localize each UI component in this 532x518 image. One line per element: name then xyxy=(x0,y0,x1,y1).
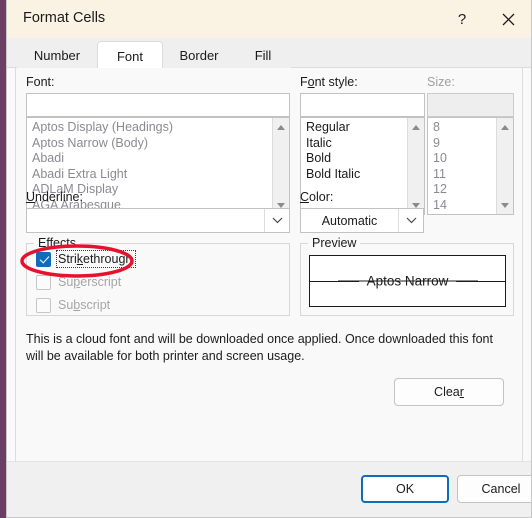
list-item[interactable]: Abadi Extra Light xyxy=(32,167,272,183)
list-item[interactable]: 14 xyxy=(433,198,496,214)
superscript-label-pre: Su xyxy=(58,275,74,289)
tab-strip: Number Font Border Fill xyxy=(7,38,531,71)
scroll-up-arrow-icon[interactable] xyxy=(408,119,424,135)
question-mark-icon: ? xyxy=(457,10,467,28)
strikethrough-label-pre: Stri xyxy=(58,252,77,266)
preview-strikethrough-line xyxy=(337,280,478,282)
preview-group-label: Preview xyxy=(308,236,361,250)
list-item[interactable]: Bold Italic xyxy=(306,167,407,183)
list-item[interactable]: Aptos Display (Headings) xyxy=(32,120,272,136)
scroll-up-arrow-icon[interactable] xyxy=(497,119,513,135)
font-style-label-post: nt style: xyxy=(314,75,358,89)
font-style-input[interactable] xyxy=(300,93,425,117)
underline-label-accel: U xyxy=(26,190,36,204)
color-dropdown[interactable]: Automatic xyxy=(300,208,424,233)
list-item[interactable]: 10 xyxy=(433,151,496,167)
list-item[interactable]: Aptos Narrow (Body) xyxy=(32,136,272,152)
font-label: Font: xyxy=(26,75,55,89)
font-style-list-scrollbar[interactable] xyxy=(407,118,424,214)
tab-fill-label: Fill xyxy=(254,47,272,63)
subscript-label-pre: Su xyxy=(58,298,74,312)
dialog-button-bar: OK Cancel xyxy=(7,461,531,517)
effects-group-label: Effects xyxy=(34,236,80,250)
clear-button-label: Clear xyxy=(434,385,464,399)
font-input[interactable] xyxy=(26,93,290,117)
list-item[interactable]: 9 xyxy=(433,136,496,152)
tab-border[interactable]: Border xyxy=(163,41,235,69)
superscript-label-post: erscript xyxy=(80,275,122,289)
size-input[interactable] xyxy=(427,93,514,117)
font-tab-panel: Font: Aptos Display (Headings) Aptos Nar… xyxy=(15,68,523,462)
help-button[interactable]: ? xyxy=(439,0,485,38)
list-item[interactable]: Regular xyxy=(306,120,407,136)
color-label-post: olor: xyxy=(309,190,334,204)
font-style-label-accel: o xyxy=(307,75,315,89)
strikethrough-label-post: ethrough xyxy=(83,252,133,266)
chevron-down-icon xyxy=(264,209,289,232)
scroll-down-arrow-icon[interactable] xyxy=(497,197,513,213)
subscript-label-post: script xyxy=(80,298,111,312)
underline-label-post: nderline: xyxy=(35,190,83,204)
tab-font-label: Font xyxy=(116,49,143,64)
close-x-icon xyxy=(502,13,515,26)
cancel-button-label: Cancel xyxy=(481,482,521,496)
list-item[interactable]: Abadi xyxy=(32,151,272,167)
font-preview-box: Aptos Narrow xyxy=(309,255,506,307)
superscript-label: Superscript xyxy=(58,275,121,289)
ok-button[interactable]: OK xyxy=(361,475,449,503)
list-item[interactable]: Italic xyxy=(306,136,407,152)
underline-label: Underline: xyxy=(26,190,83,204)
cloud-font-info-text: This is a cloud font and will be downloa… xyxy=(26,332,493,363)
underline-dropdown[interactable] xyxy=(26,208,290,233)
subscript-label: Subscript xyxy=(58,298,110,312)
format-cells-dialog: Format Cells ? Number Font Border Fill F… xyxy=(6,0,532,518)
list-item[interactable]: 12 xyxy=(433,182,496,198)
tab-number-label: Number xyxy=(33,47,81,63)
scroll-up-arrow-icon[interactable] xyxy=(273,119,289,135)
font-style-label-pre: F xyxy=(300,75,308,89)
list-item[interactable]: 8 xyxy=(433,120,496,136)
dialog-title: Format Cells xyxy=(23,10,106,26)
tab-font[interactable]: Font xyxy=(97,41,163,71)
size-list-scrollbar[interactable] xyxy=(496,118,513,214)
clear-button[interactable]: Clear xyxy=(394,378,504,406)
font-list-scrollbar[interactable] xyxy=(272,118,289,214)
color-label: Color: xyxy=(300,190,333,204)
tab-border-label: Border xyxy=(179,47,219,63)
tab-number[interactable]: Number xyxy=(17,41,97,69)
tab-fill[interactable]: Fill xyxy=(235,41,291,69)
clear-label-pre: Clea xyxy=(434,385,460,399)
checkbox-unchecked-icon xyxy=(36,297,51,313)
size-listbox[interactable]: 8 9 10 11 12 14 xyxy=(427,117,514,215)
checkbox-unchecked-icon xyxy=(36,274,51,290)
subscript-checkbox[interactable]: Subscript xyxy=(36,296,110,314)
chevron-down-icon xyxy=(398,209,423,232)
list-item[interactable]: 11 xyxy=(433,167,496,183)
ok-button-label: OK xyxy=(395,482,415,496)
close-button[interactable] xyxy=(485,0,531,38)
superscript-checkbox[interactable]: Superscript xyxy=(36,273,121,291)
color-value: Automatic xyxy=(321,213,378,228)
font-style-label: Font style: xyxy=(300,75,358,89)
strikethrough-label: Strikethrough xyxy=(55,250,137,268)
checkbox-checked-icon xyxy=(36,251,51,267)
clear-label-accel: r xyxy=(459,385,464,399)
cancel-button[interactable]: Cancel xyxy=(457,475,531,503)
dialog-titlebar: Format Cells ? xyxy=(7,0,531,38)
strikethrough-checkbox[interactable]: Strikethrough xyxy=(36,250,137,268)
list-item[interactable]: Bold xyxy=(306,151,407,167)
color-label-accel: C xyxy=(300,190,310,204)
size-label: Size: xyxy=(427,75,455,89)
